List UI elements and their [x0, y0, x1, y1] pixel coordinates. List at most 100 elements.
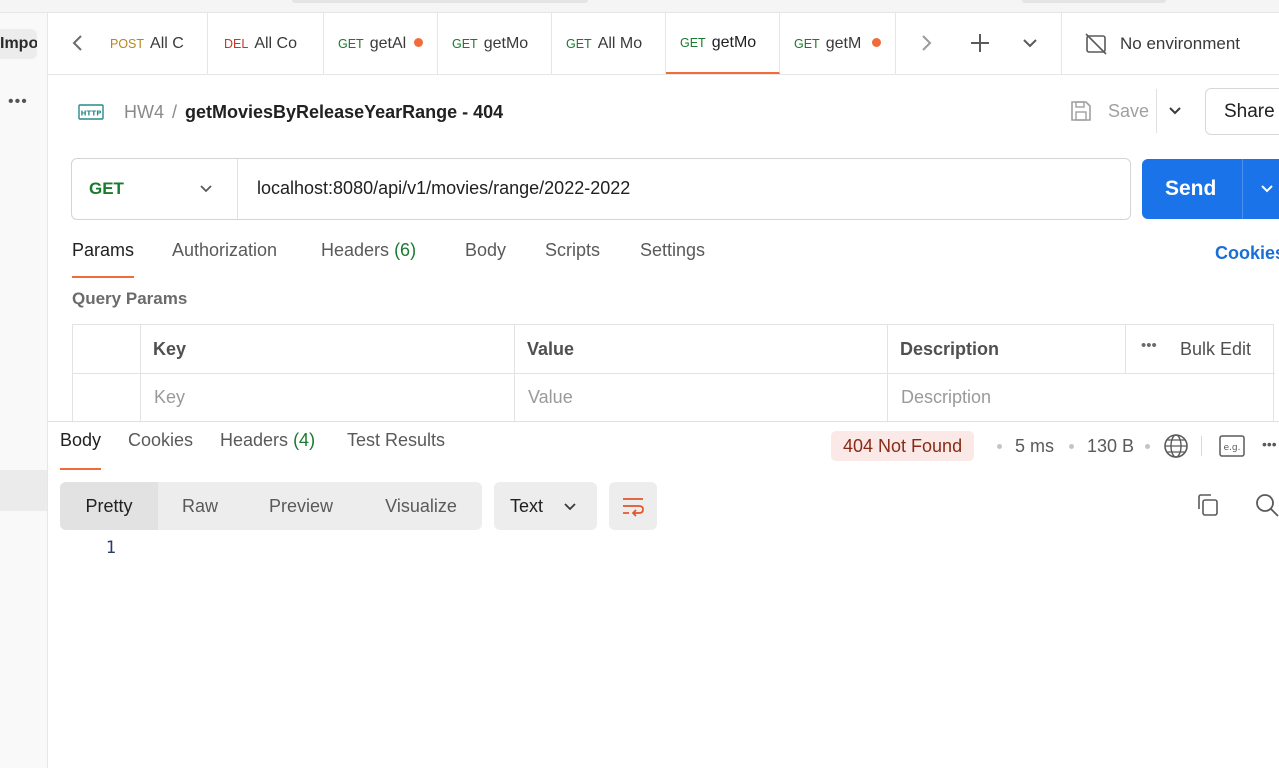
send-button[interactable]: Send: [1142, 159, 1279, 219]
meta-divider: [1201, 436, 1202, 456]
svg-text:HTTP: HTTP: [81, 110, 102, 118]
sidebar-selected-row[interactable]: [0, 470, 47, 511]
request-tab[interactable]: GET getAl: [324, 13, 438, 74]
column-divider: [140, 325, 141, 422]
more-horizontal-icon[interactable]: •••: [8, 93, 28, 111]
tab-authorization[interactable]: Authorization: [172, 240, 277, 278]
tab-method: GET: [794, 36, 820, 51]
chevron-right-icon[interactable]: [910, 27, 942, 59]
table-header-row: [73, 325, 1275, 374]
chevron-down-icon[interactable]: [1014, 27, 1046, 59]
save-example-icon[interactable]: e.g.: [1219, 434, 1245, 458]
column-header-description: Description: [900, 339, 1000, 359]
environment-label: No environment: [1120, 33, 1241, 53]
headers-count: (6): [394, 240, 417, 260]
tab-scripts[interactable]: Scripts: [545, 240, 600, 278]
response-headers-count: (4): [293, 430, 316, 450]
tab-response-body[interactable]: Body: [60, 430, 102, 470]
tab-label: All C: [150, 34, 184, 52]
save-dropdown[interactable]: [1156, 89, 1192, 133]
tab-settings[interactable]: Settings: [640, 240, 705, 278]
description-input[interactable]: Description: [901, 387, 991, 408]
tab-label: getM: [825, 34, 862, 52]
view-pretty[interactable]: Pretty: [60, 482, 158, 530]
tab-method: POST: [110, 36, 145, 51]
column-divider: [514, 325, 515, 422]
http-icon: HTTP: [78, 104, 104, 120]
more-horizontal-icon[interactable]: •••: [1262, 436, 1277, 452]
tab-body[interactable]: Body: [465, 240, 506, 278]
value-input[interactable]: Value: [528, 387, 573, 408]
tab-response-cookies[interactable]: Cookies: [128, 430, 193, 470]
method-label: GET: [89, 179, 124, 198]
tab-label: All Mo: [597, 34, 643, 52]
format-select[interactable]: Text: [494, 482, 597, 530]
meta-separator: [1069, 444, 1074, 449]
response-time[interactable]: 5 ms: [1015, 436, 1054, 457]
save-icon: [1071, 101, 1091, 121]
view-visualize[interactable]: Visualize: [360, 482, 482, 530]
no-environment-icon: [1085, 32, 1107, 55]
status-badge[interactable]: 404 Not Found: [831, 431, 975, 461]
pane-divider[interactable]: [48, 421, 1279, 422]
copy-icon[interactable]: [1195, 492, 1221, 518]
environment-selector[interactable]: No environment: [1061, 13, 1279, 74]
breadcrumb: HTTP HW4 / getMoviesByReleaseYearRange -…: [78, 96, 503, 128]
breadcrumb-separator: /: [172, 101, 178, 122]
request-tab[interactable]: POST All C: [96, 13, 208, 74]
cookies-link[interactable]: Cookies: [1215, 243, 1279, 264]
response-size[interactable]: 130 B: [1087, 436, 1134, 457]
save-button[interactable]: Save: [1068, 94, 1149, 128]
more-horizontal-icon[interactable]: •••: [1141, 337, 1157, 354]
import-button[interactable]: Import: [0, 29, 37, 59]
url-bar: GET localhost:8080/api/v1/movies/range/2…: [71, 158, 1131, 220]
query-params-title: Query Params: [72, 289, 188, 308]
key-input[interactable]: Key: [154, 387, 185, 408]
request-tab[interactable]: GET getM: [780, 13, 896, 74]
request-tab[interactable]: GET getMo: [438, 13, 552, 74]
tab-label: getMo: [483, 34, 529, 52]
send-divider: [1242, 159, 1243, 219]
tab-label: getAl: [369, 34, 407, 52]
request-tab-active[interactable]: GET getMo: [666, 13, 780, 74]
request-name[interactable]: getMoviesByReleaseYearRange - 404: [185, 102, 503, 123]
column-header-key: Key: [153, 339, 187, 359]
view-mode-selector: Pretty Raw Preview Visualize: [60, 482, 482, 530]
tab-headers[interactable]: Headers (6): [321, 240, 416, 278]
view-preview[interactable]: Preview: [242, 482, 360, 530]
search-icon[interactable]: [1254, 492, 1279, 518]
plus-icon[interactable]: [964, 27, 996, 59]
column-header-value: Value: [527, 339, 575, 359]
globe-icon[interactable]: [1163, 433, 1189, 459]
chevron-down-icon: [1168, 107, 1181, 115]
unsaved-dot-icon: [872, 38, 881, 47]
method-select[interactable]: GET: [72, 159, 238, 219]
chevron-down-icon: [200, 185, 212, 193]
meta-separator: [1145, 444, 1150, 449]
search-bar-edge: [292, 0, 588, 3]
column-divider: [1125, 325, 1126, 374]
share-button[interactable]: Share: [1205, 88, 1279, 135]
tab-method: GET: [338, 36, 364, 51]
request-tab[interactable]: DEL All Co: [210, 13, 324, 74]
tab-label: All Co: [254, 34, 298, 52]
table-row: [73, 374, 1275, 422]
breadcrumb-collection[interactable]: HW4: [124, 102, 164, 123]
bulk-edit-button[interactable]: Bulk Edit: [1180, 339, 1251, 360]
tab-params[interactable]: Params: [72, 240, 135, 278]
chevron-left-icon[interactable]: [62, 27, 94, 59]
wrap-lines-icon[interactable]: [609, 482, 657, 530]
tab-method: DEL: [224, 36, 249, 51]
meta-separator: [997, 444, 1002, 449]
view-raw[interactable]: Raw: [158, 482, 242, 530]
tab-method: GET: [452, 36, 478, 51]
url-input[interactable]: localhost:8080/api/v1/movies/range/2022-…: [257, 178, 630, 199]
tab-method: GET: [566, 36, 592, 51]
window-top-strip: [0, 0, 1279, 13]
request-tab[interactable]: GET All Mo: [552, 13, 666, 74]
format-label: Text: [510, 496, 544, 516]
tab-response-headers[interactable]: Headers (4): [220, 430, 315, 470]
tab-test-results[interactable]: Test Results: [347, 430, 445, 470]
request-tab-bar: POST All C DEL All Co GET getAl GET getM…: [48, 13, 1279, 75]
chevron-down-icon[interactable]: [1258, 180, 1276, 198]
